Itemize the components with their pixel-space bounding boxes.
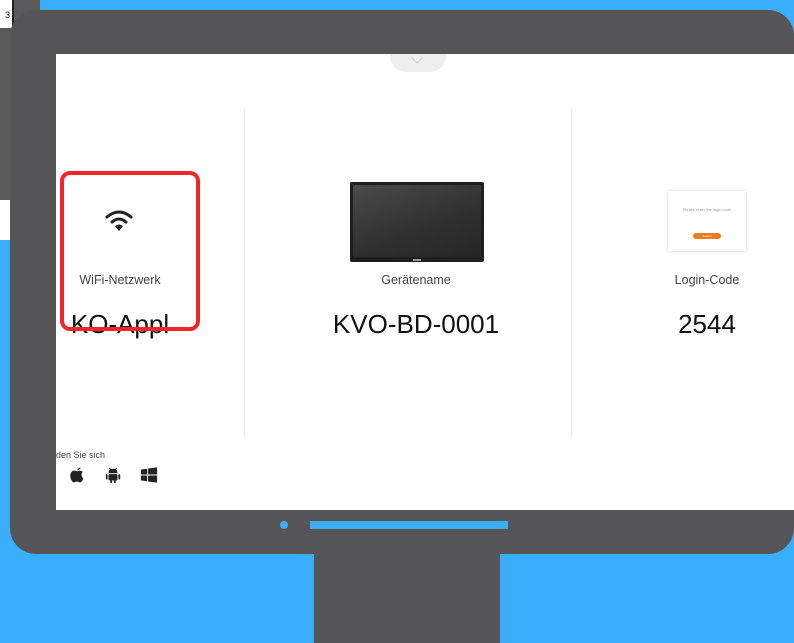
login-preview-prompt: Please enter the login code xyxy=(682,207,732,212)
monitor-light-bar xyxy=(310,521,508,529)
wifi-highlight-box xyxy=(60,171,200,331)
connect-label: den Sie sich xyxy=(56,450,106,460)
login-label: Login-Code xyxy=(674,273,740,287)
column-divider xyxy=(244,108,245,438)
windows-icon[interactable] xyxy=(140,466,158,484)
monitor-stand xyxy=(314,554,500,643)
login-value: 2544 xyxy=(678,309,736,339)
device-label: Gerätename xyxy=(381,273,451,287)
background-corner-text: 3 xyxy=(4,10,10,20)
monitor-camera-dot xyxy=(280,521,288,529)
display-device-image xyxy=(350,182,484,262)
display-panel xyxy=(353,185,481,257)
login-preview-card: Please enter the login code Submit xyxy=(668,191,746,251)
apple-icon[interactable] xyxy=(68,466,86,484)
android-icon[interactable] xyxy=(104,466,122,484)
login-preview-button: Submit xyxy=(693,233,721,239)
chevron-down-icon xyxy=(411,54,423,64)
device-value: KVO-BD-0001 xyxy=(332,309,500,339)
column-divider xyxy=(571,108,572,438)
pull-down-tab[interactable] xyxy=(390,54,446,72)
display-logo xyxy=(413,259,421,261)
